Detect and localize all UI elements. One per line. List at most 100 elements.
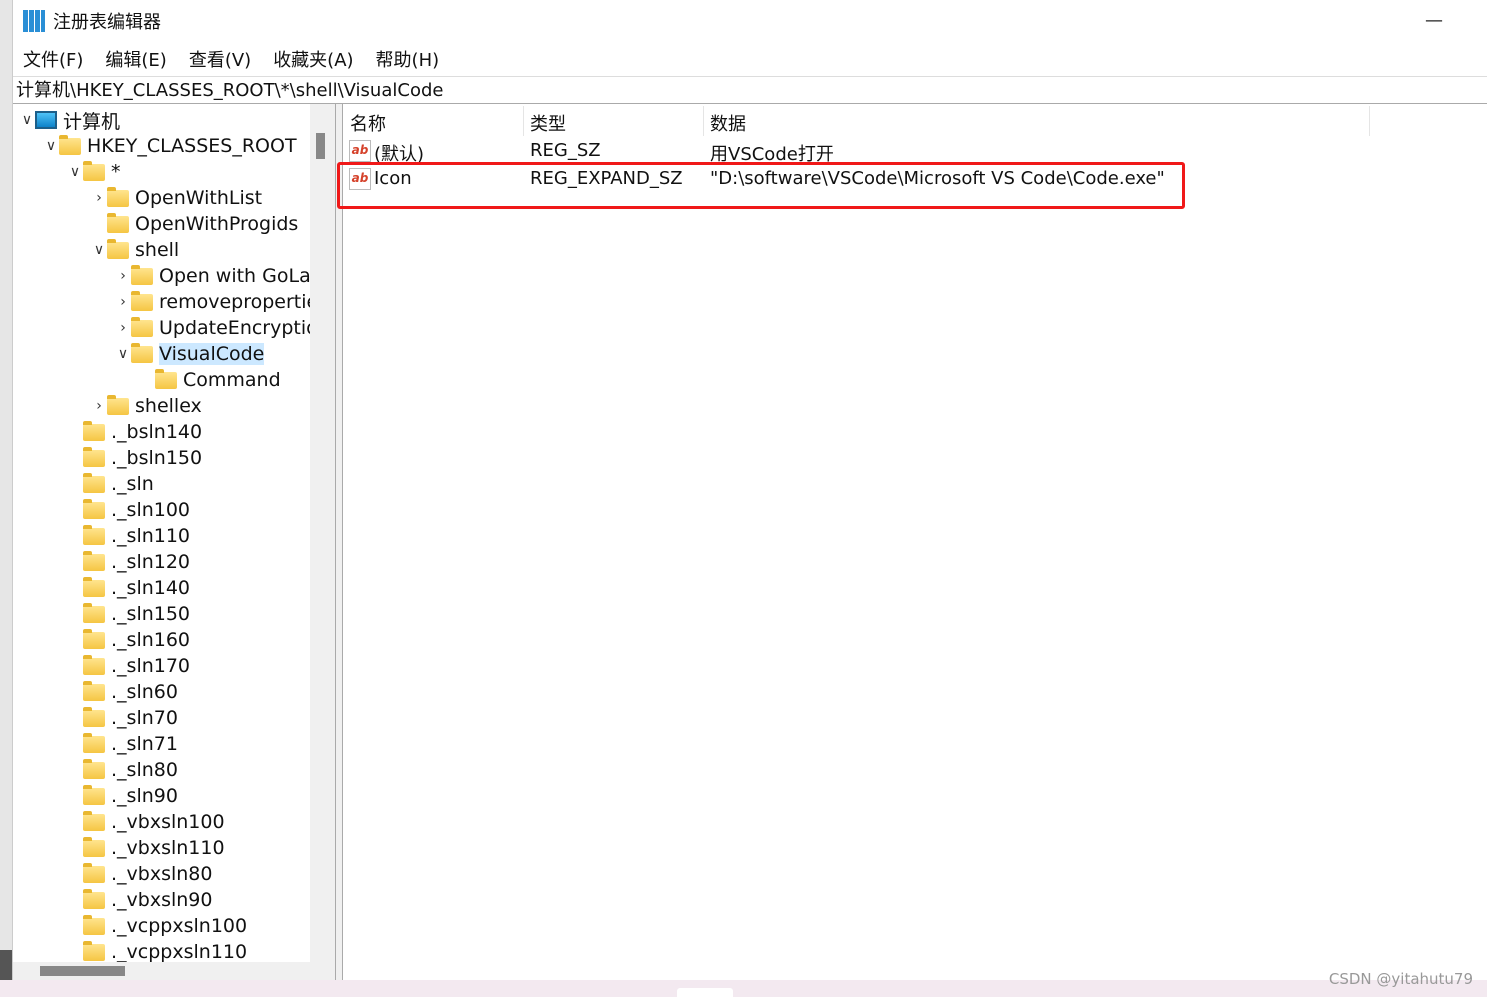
column-header-type[interactable]: 类型 [530, 110, 566, 136]
tree-node[interactable]: ._sln [83, 471, 154, 497]
menu-edit[interactable]: 编辑(E) [105, 46, 166, 72]
folder-icon [83, 628, 105, 649]
tree-node[interactable]: Command [155, 367, 281, 393]
menu-view[interactable]: 查看(V) [189, 46, 251, 72]
chevron-down-icon[interactable]: ∨ [45, 138, 57, 154]
folder-icon [83, 550, 105, 571]
chevron-right-icon[interactable]: › [117, 320, 129, 336]
tree-node[interactable]: ∨ VisualCode [118, 341, 265, 367]
tree-node[interactable]: ._sln110 [83, 523, 190, 549]
folder-icon [83, 914, 105, 935]
chevron-right-icon[interactable]: › [117, 268, 129, 284]
chevron-right-icon[interactable]: › [117, 294, 129, 310]
tree-node[interactable]: ._sln120 [83, 549, 190, 575]
folder-icon [83, 420, 105, 441]
tree-node-label: ._sln [111, 473, 154, 495]
tree-node-label: ._sln90 [111, 785, 178, 807]
tree-node-label: ._sln110 [111, 525, 191, 547]
tree-node[interactable]: ._sln160 [83, 627, 190, 653]
chevron-right-icon[interactable]: › [93, 190, 105, 206]
pane-splitter[interactable] [335, 104, 343, 980]
tree-node-label: HKEY_CLASSES_ROOT [87, 135, 297, 157]
address-bar[interactable]: 计算机\HKEY_CLASSES_ROOT\*\shell\VisualCode [13, 76, 1487, 104]
watermark: CSDN @yitahutu79 [1328, 970, 1473, 988]
chevron-down-icon[interactable]: ∨ [21, 112, 33, 128]
folder-icon [107, 186, 129, 207]
tree-horizontal-scrollbar[interactable] [13, 962, 335, 980]
column-header-data[interactable]: 数据 [710, 110, 746, 136]
menu-help[interactable]: 帮助(H) [376, 46, 440, 72]
tree-node-label: Command [183, 369, 281, 391]
tree-node[interactable]: ._sln80 [83, 757, 178, 783]
tree-node[interactable]: ._sln90 [83, 783, 178, 809]
folder-icon [83, 940, 105, 961]
folder-icon [131, 316, 153, 337]
tree-node[interactable]: ._vcppxsln100 [83, 913, 247, 939]
tree-node[interactable]: › Open with GoLand [120, 263, 310, 289]
value-type: REG_SZ [530, 140, 601, 161]
tree-node-label: ._vcppxsln110 [111, 941, 248, 962]
folder-icon [83, 732, 105, 753]
window-title: 注册表编辑器 [53, 12, 161, 33]
minimize-button[interactable]: — [1425, 10, 1443, 31]
tree-node[interactable]: ._sln60 [83, 679, 178, 705]
folder-icon [83, 576, 105, 597]
tree-node-label: 计算机 [63, 110, 121, 133]
column-header-name[interactable]: 名称 [350, 110, 386, 136]
tree-node[interactable]: ._vbxsln110 [83, 835, 225, 861]
string-value-icon: ab [349, 140, 371, 162]
tree-node[interactable]: ._sln150 [83, 601, 190, 627]
tree-node[interactable]: ._bsln150 [83, 445, 202, 471]
tree-node[interactable]: ._vbxsln90 [83, 887, 213, 913]
registry-editor-window: 注册表编辑器 — 文件(F) 编辑(E) 查看(V) 收藏夹(A) 帮助(H) … [12, 0, 1487, 980]
tree-node[interactable]: ._vbxsln100 [83, 809, 225, 835]
tree-node[interactable]: ._sln70 [83, 705, 178, 731]
tree-node[interactable]: ∨ HKEY_CLASSES_ROOT [46, 133, 297, 159]
tree-node[interactable]: › OpenWithList [96, 185, 263, 211]
tree-node[interactable]: ._bsln140 [83, 419, 202, 445]
tree-node[interactable]: ._vbxsln80 [83, 861, 213, 887]
taskbar-tab [677, 988, 733, 997]
tree-node[interactable]: › shellex [96, 393, 202, 419]
tree-node[interactable]: › UpdateEncryption [120, 315, 310, 341]
tree-node-label: ._sln100 [111, 499, 191, 521]
folder-icon [107, 212, 129, 233]
folder-icon [83, 524, 105, 545]
title-bar: 注册表编辑器 — [13, 0, 1487, 42]
folder-icon [131, 264, 153, 285]
chevron-down-icon[interactable]: ∨ [117, 346, 129, 362]
tree-node[interactable]: ∨ * [70, 159, 121, 185]
tree-node-label: OpenWithList [135, 187, 263, 209]
tree-node[interactable]: ._sln170 [83, 653, 190, 679]
tree-node[interactable]: ∨ shell [94, 237, 179, 263]
menu-bar: 文件(F) 编辑(E) 查看(V) 收藏夹(A) 帮助(H) [13, 42, 1487, 76]
background-strip [0, 0, 12, 980]
tree-node[interactable]: ._vcppxsln110 [83, 939, 247, 962]
folder-icon [83, 784, 105, 805]
tree-node[interactable]: › removeproperties [120, 289, 310, 315]
tree-node-label: ._bsln140 [111, 421, 203, 443]
tree-node[interactable]: ._sln140 [83, 575, 190, 601]
tree-node[interactable]: ∨ 计算机 [22, 107, 121, 133]
chevron-down-icon[interactable]: ∨ [69, 164, 81, 180]
tree-node-label: ._sln140 [111, 577, 191, 599]
tree-node[interactable]: ._sln71 [83, 731, 178, 757]
tree-node-label: ._sln170 [111, 655, 191, 677]
scroll-thumb[interactable] [40, 966, 125, 976]
tree-node-label: ._sln70 [111, 707, 178, 729]
tree-node-label: ._sln150 [111, 603, 191, 625]
menu-file[interactable]: 文件(F) [23, 46, 83, 72]
menu-favorites[interactable]: 收藏夹(A) [273, 46, 353, 72]
tree-node[interactable]: OpenWithProgids [107, 211, 298, 237]
scroll-thumb[interactable] [316, 133, 325, 159]
regedit-app-icon [23, 10, 45, 32]
tree-node[interactable]: ._sln100 [83, 497, 190, 523]
folder-icon [83, 680, 105, 701]
values-list: 名称 类型 数据 ab (默认) REG_SZ 用VSCode打开 ab Ico… [343, 104, 1487, 980]
chevron-down-icon[interactable]: ∨ [93, 242, 105, 258]
tree-vertical-scrollbar[interactable] [310, 104, 335, 962]
folder-icon [83, 706, 105, 727]
tree-node-label: ._sln160 [111, 629, 191, 651]
folder-icon [83, 160, 105, 181]
chevron-right-icon[interactable]: › [93, 398, 105, 414]
